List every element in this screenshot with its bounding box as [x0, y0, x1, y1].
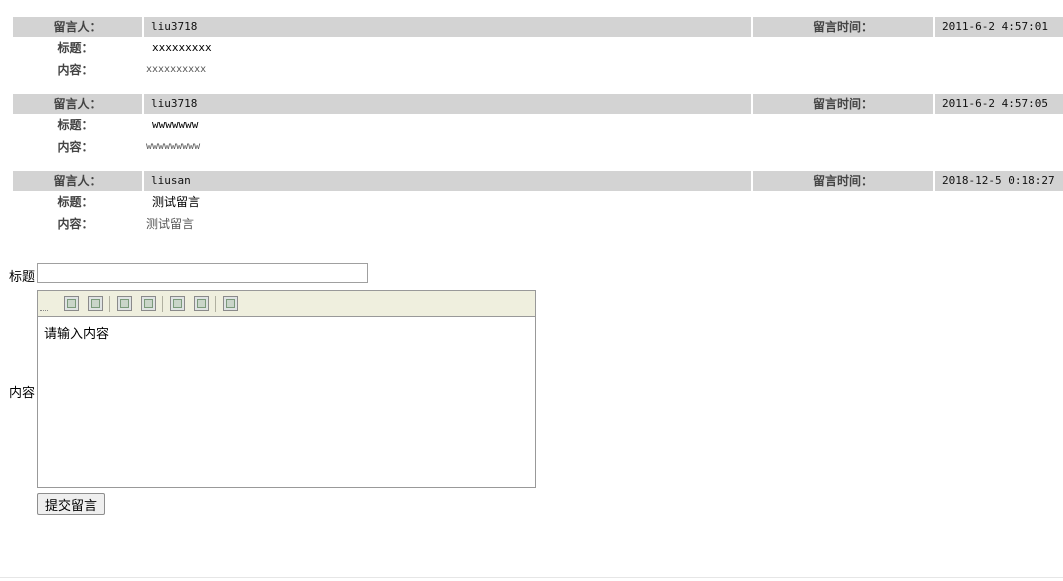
- author-label: 留言人：: [53, 174, 102, 188]
- time-label: 留言时间：: [812, 174, 873, 188]
- message-block: 留言人： liu3718 留言时间： 2011-6-2 4:57:05 标题： …: [13, 94, 1063, 158]
- insert-image-icon[interactable]: [64, 296, 79, 311]
- form-title-label: 标题: [9, 270, 36, 285]
- title-value: 测试留言: [152, 195, 201, 209]
- title-row: 标题： xxxxxxxxx: [13, 37, 1063, 59]
- rich-text-editor: 请输入内容: [37, 290, 536, 488]
- time-label: 留言时间：: [812, 97, 873, 111]
- content-row: 内容： wwwwwwwww: [13, 136, 1063, 158]
- author-label: 留言人：: [53, 20, 102, 34]
- insert-flash-icon[interactable]: [117, 296, 132, 311]
- time-value: 2011-6-2 4:57:01: [942, 20, 1048, 33]
- toolbar-grip-icon[interactable]: [40, 295, 48, 313]
- insert-image-icon[interactable]: [223, 296, 238, 311]
- content-label: 内容：: [57, 63, 94, 77]
- title-input[interactable]: [37, 263, 368, 283]
- editor-toolbar: [38, 291, 535, 317]
- insert-media-icon[interactable]: [194, 296, 209, 311]
- time-value: 2018-12-5 0:18:27: [942, 174, 1055, 187]
- title-value: xxxxxxxxx: [152, 41, 212, 54]
- title-label: 标题：: [57, 195, 94, 209]
- message-block: 留言人： liu3718 留言时间： 2011-6-2 4:57:01 标题： …: [13, 17, 1063, 81]
- author-value: liu3718: [151, 20, 198, 33]
- form-content-label: 内容: [9, 386, 36, 401]
- content-value: 测试留言: [146, 217, 195, 231]
- author-label: 留言人：: [53, 97, 102, 111]
- time-label: 留言时间：: [812, 20, 873, 34]
- bottom-divider: [0, 577, 1063, 578]
- author-value: liu3718: [151, 97, 198, 110]
- message-header: 留言人： liu3718 留言时间： 2011-6-2 4:57:01: [13, 17, 1063, 37]
- title-label: 标题：: [57, 41, 94, 55]
- insert-image-icon[interactable]: [88, 296, 103, 311]
- message-block: 留言人： liusan 留言时间： 2018-12-5 0:18:27 标题： …: [13, 171, 1063, 235]
- time-value: 2011-6-2 4:57:05: [942, 97, 1048, 110]
- insert-media-icon[interactable]: [170, 296, 185, 311]
- content-value: wwwwwwwww: [146, 141, 201, 152]
- content-value: xxxxxxxxxx: [146, 64, 207, 75]
- submit-message-button[interactable]: 提交留言: [37, 493, 105, 515]
- content-label: 内容：: [57, 217, 94, 231]
- content-row: 内容： xxxxxxxxxx: [13, 59, 1063, 81]
- title-row: 标题： wwwwwww: [13, 114, 1063, 136]
- content-row: 内容： 测试留言: [13, 213, 1063, 235]
- message-header: 留言人： liusan 留言时间： 2018-12-5 0:18:27: [13, 171, 1063, 191]
- author-value: liusan: [151, 174, 191, 187]
- insert-flash-icon[interactable]: [141, 296, 156, 311]
- title-value: wwwwwww: [152, 118, 199, 131]
- content-label: 内容：: [57, 140, 94, 154]
- content-editor-area[interactable]: 请输入内容: [44, 323, 109, 342]
- title-label: 标题：: [57, 118, 94, 132]
- title-row: 标题： 测试留言: [13, 191, 1063, 213]
- message-header: 留言人： liu3718 留言时间： 2011-6-2 4:57:05: [13, 94, 1063, 114]
